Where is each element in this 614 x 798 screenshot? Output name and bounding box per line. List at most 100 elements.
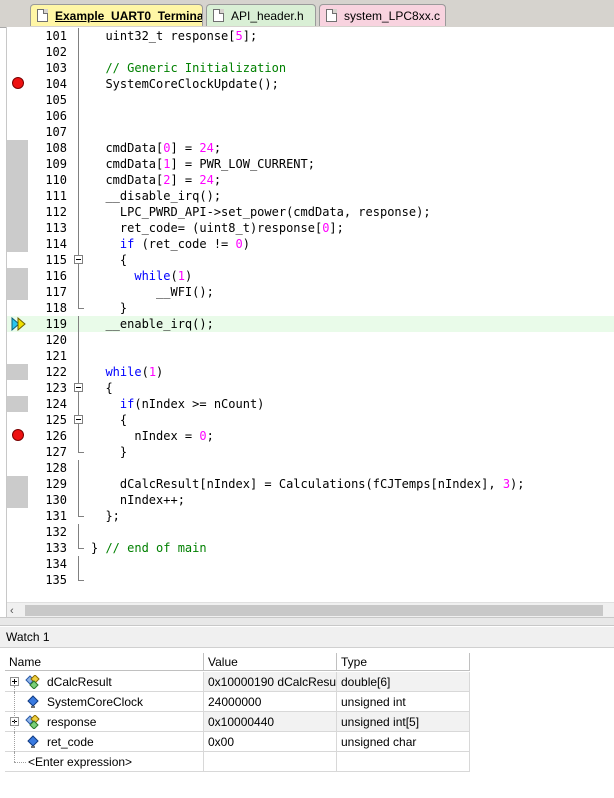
code-line[interactable]: 116 while(1) xyxy=(7,268,614,284)
code-line[interactable]: 103 // Generic Initialization xyxy=(7,60,614,76)
column-header-type[interactable]: Type xyxy=(337,653,470,671)
watch-row[interactable]: dCalcResult 0x10000190 dCalcResult double[… xyxy=(0,672,470,692)
code-text[interactable]: { xyxy=(91,380,112,396)
code-line[interactable]: 120 xyxy=(7,332,614,348)
panel-splitter[interactable] xyxy=(0,617,614,626)
code-coverage-marker[interactable] xyxy=(7,220,28,236)
code-line[interactable]: 127 } xyxy=(7,444,614,460)
enter-expression-row[interactable]: <Enter expression> xyxy=(0,752,470,772)
code-line[interactable]: 118 } xyxy=(7,300,614,316)
code-line[interactable]: 124 if(nIndex >= nCount) xyxy=(7,396,614,412)
code-text[interactable]: { xyxy=(91,412,127,428)
expand-plus-icon[interactable] xyxy=(10,677,19,686)
code-text[interactable]: } xyxy=(91,444,127,460)
fold-collapse-icon[interactable] xyxy=(73,252,85,268)
code-text[interactable]: { xyxy=(91,252,127,268)
code-text[interactable]: if(nIndex >= nCount) xyxy=(91,396,265,412)
code-text[interactable]: while(1) xyxy=(91,268,192,284)
code-coverage-marker[interactable] xyxy=(7,284,28,300)
code-text[interactable]: cmdData[0] = 24; xyxy=(91,140,221,156)
watch-value-cell[interactable]: 0x10000440 xyxy=(204,712,337,732)
code-text[interactable]: cmdData[1] = PWR_LOW_CURRENT; xyxy=(91,156,315,172)
code-text[interactable]: ret_code= (uint8_t)response[0]; xyxy=(91,220,344,236)
code-coverage-marker[interactable] xyxy=(7,140,28,156)
code-line[interactable]: 126 nIndex = 0; xyxy=(7,428,614,444)
code-coverage-marker[interactable] xyxy=(7,172,28,188)
code-text[interactable]: while(1) xyxy=(91,364,163,380)
watch-name-cell[interactable]: ret_code xyxy=(5,732,204,752)
code-area[interactable]: 101 uint32_t response[5]; 102 103 // Gener… xyxy=(7,27,614,601)
code-coverage-marker[interactable] xyxy=(7,236,28,252)
fold-collapse-icon[interactable] xyxy=(73,412,85,428)
code-coverage-marker[interactable] xyxy=(7,188,28,204)
code-coverage-marker[interactable] xyxy=(7,492,28,508)
code-line[interactable]: 106 xyxy=(7,108,614,124)
code-coverage-marker[interactable] xyxy=(7,364,28,380)
watch-name-cell[interactable]: SystemCoreClock xyxy=(5,692,204,712)
code-line[interactable]: 101 uint32_t response[5]; xyxy=(7,28,614,44)
code-text[interactable]: cmdData[2] = 24; xyxy=(91,172,221,188)
code-text[interactable]: uint32_t response[5]; xyxy=(91,28,257,44)
watch-value-cell[interactable]: 24000000 xyxy=(204,692,337,712)
code-line[interactable]: 130 nIndex++; xyxy=(7,492,614,508)
code-line[interactable]: 102 xyxy=(7,44,614,60)
code-text[interactable]: nIndex = 0; xyxy=(91,428,214,444)
code-line[interactable]: 111 __disable_irq(); xyxy=(7,188,614,204)
scrollbar-thumb[interactable] xyxy=(25,605,603,616)
code-coverage-marker[interactable] xyxy=(7,396,28,412)
code-line[interactable]: 134 xyxy=(7,556,614,572)
watch-row[interactable]: response 0x10000440 unsigned int[5] xyxy=(0,712,470,732)
code-line[interactable]: 108 cmdData[0] = 24; xyxy=(7,140,614,156)
code-text[interactable]: __disable_irq(); xyxy=(91,188,221,204)
code-line[interactable]: 123 { xyxy=(7,380,614,396)
code-text[interactable]: } xyxy=(91,300,127,316)
code-line[interactable]: 133} // end of main xyxy=(7,540,614,556)
code-line[interactable]: 114 if (ret_code != 0) xyxy=(7,236,614,252)
scroll-left-arrow-icon[interactable]: ‹ xyxy=(10,606,20,617)
code-coverage-marker[interactable] xyxy=(7,476,28,492)
code-line[interactable]: 132 xyxy=(7,524,614,540)
code-line[interactable]: 131 }; xyxy=(7,508,614,524)
fold-collapse-icon[interactable] xyxy=(73,380,85,396)
code-line[interactable]: 128 xyxy=(7,460,614,476)
code-text[interactable]: // Generic Initialization xyxy=(91,60,286,76)
code-line[interactable]: 129 dCalcResult[nIndex] = Calculations(f… xyxy=(7,476,614,492)
code-text[interactable]: if (ret_code != 0) xyxy=(91,236,250,252)
code-line[interactable]: 113 ret_code= (uint8_t)response[0]; xyxy=(7,220,614,236)
code-coverage-marker[interactable] xyxy=(7,156,28,172)
code-text[interactable]: } // end of main xyxy=(91,540,207,556)
watch-row[interactable]: ret_code 0x00 unsigned char xyxy=(0,732,470,752)
code-line[interactable]: 125 { xyxy=(7,412,614,428)
watch-name-cell[interactable]: response xyxy=(5,712,204,732)
code-line[interactable]: 122 while(1) xyxy=(7,364,614,380)
code-text[interactable]: LPC_PWRD_API->set_power(cmdData, respons… xyxy=(91,204,431,220)
code-text[interactable]: }; xyxy=(91,508,119,524)
breakpoint-icon[interactable] xyxy=(12,429,24,441)
code-text[interactable]: __enable_irq(); xyxy=(91,316,213,332)
code-coverage-marker[interactable] xyxy=(7,204,28,220)
code-text[interactable]: SystemCoreClockUpdate(); xyxy=(91,76,278,92)
enter-expression-placeholder[interactable]: <Enter expression> xyxy=(28,752,132,771)
tab-api-header[interactable]: API_header.h xyxy=(206,4,316,26)
watch-value-cell[interactable]: 0x00 xyxy=(204,732,337,752)
tab-example-uart0-terminal[interactable]: Example_UART0_Terminal.c xyxy=(30,4,203,26)
tab-system-lpc8xx[interactable]: system_LPC8xx.c xyxy=(319,4,446,26)
code-line[interactable]: 110 cmdData[2] = 24; xyxy=(7,172,614,188)
code-line[interactable]: 112 LPC_PWRD_API->set_power(cmdData, res… xyxy=(7,204,614,220)
column-header-value[interactable]: Value xyxy=(204,653,337,671)
enter-expression-cell[interactable]: <Enter expression> xyxy=(5,752,204,772)
code-editor[interactable]: 101 uint32_t response[5]; 102 103 // Gener… xyxy=(6,27,614,618)
code-text[interactable]: __WFI(); xyxy=(91,284,214,300)
watch-value-cell[interactable]: 0x10000190 dCalcResult xyxy=(204,672,337,692)
breakpoint-icon[interactable] xyxy=(12,77,24,89)
watch-name-cell[interactable]: dCalcResult xyxy=(5,672,204,692)
code-coverage-marker[interactable] xyxy=(7,268,28,284)
code-line[interactable]: 115 { xyxy=(7,252,614,268)
column-header-name[interactable]: Name xyxy=(5,653,204,671)
code-line[interactable]: 109 cmdData[1] = PWR_LOW_CURRENT; xyxy=(7,156,614,172)
horizontal-scrollbar[interactable]: ‹ xyxy=(7,602,614,618)
code-line[interactable]: 105 xyxy=(7,92,614,108)
code-text[interactable]: nIndex++; xyxy=(91,492,185,508)
code-line[interactable]: 135 xyxy=(7,572,614,588)
code-text[interactable]: dCalcResult[nIndex] = Calculations(fCJTe… xyxy=(91,476,525,492)
